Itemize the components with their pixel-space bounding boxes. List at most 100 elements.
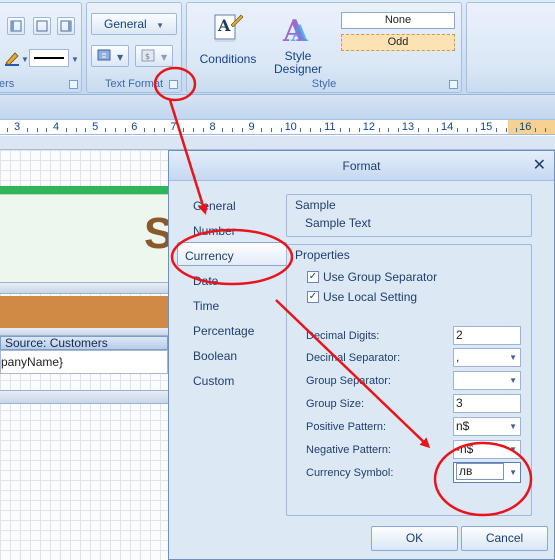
currency-symbol-combobox[interactable]: лв ▼	[453, 462, 521, 483]
group-size-label: Group Size:	[306, 398, 365, 410]
nav-item-time[interactable]: Time	[193, 299, 219, 313]
align-icon	[60, 20, 72, 32]
dialog-launcher-icon[interactable]	[169, 80, 178, 89]
line-style-dropdown[interactable]	[29, 49, 69, 67]
ruler-tick	[310, 128, 312, 132]
nav-item-currency[interactable]: Currency	[185, 249, 234, 263]
companyname-field[interactable]: panyName}	[0, 350, 168, 374]
use-local-setting-checkbox[interactable]: ✓	[307, 291, 319, 303]
group-size-input[interactable]: 3	[453, 394, 521, 413]
band-header-green[interactable]	[0, 186, 168, 194]
nav-item-date[interactable]: Date	[193, 274, 218, 288]
chevron-down-icon[interactable]: ▼	[21, 55, 29, 64]
currency-symbol-value[interactable]: лв	[456, 463, 504, 480]
band-header-orange[interactable]	[0, 296, 168, 328]
nav-item-general[interactable]: General	[193, 199, 236, 213]
ruler-tick	[280, 128, 282, 132]
ruler-tick	[339, 128, 341, 132]
ruler-tick	[36, 128, 38, 132]
negative-pattern-dropdown[interactable]: -n$ ▼	[453, 440, 521, 459]
ruler-tick	[300, 128, 302, 132]
style-none[interactable]: None	[341, 12, 455, 29]
ruler-tick	[65, 128, 67, 132]
style-odd[interactable]: Odd	[341, 34, 455, 51]
text-format-dropdown[interactable]: General ▼	[91, 13, 177, 35]
decimal-separator-dropdown[interactable]: , ▼	[453, 348, 521, 367]
conditions-icon[interactable]: A	[209, 11, 245, 45]
nav-item-custom[interactable]: Custom	[193, 374, 234, 388]
use-group-separator-checkbox[interactable]: ✓	[307, 271, 319, 283]
svg-text:A: A	[217, 16, 231, 35]
text-format-value: General	[104, 17, 147, 31]
ruler-tick	[7, 128, 9, 132]
ruler-number: 11	[324, 121, 336, 133]
ruler-number: 4	[53, 121, 60, 133]
group-separator-dropdown[interactable]: ▼	[453, 371, 521, 390]
ruler-number: 9	[248, 121, 255, 133]
ruler-number: 5	[92, 121, 99, 133]
align-right-button[interactable]	[57, 17, 75, 35]
format-icon: $ ▼	[141, 49, 168, 62]
align-left-button[interactable]	[7, 17, 25, 35]
ruler-tick	[495, 128, 497, 132]
use-group-separator-label[interactable]: Use Group Separator	[323, 270, 437, 284]
dialog-titlebar: Format ✕	[169, 151, 554, 181]
chevron-down-icon: ▼	[509, 468, 517, 477]
svg-text:A: A	[290, 21, 309, 45]
align-center-button[interactable]	[33, 17, 51, 35]
datasource-band[interactable]: Source: Customers	[0, 336, 168, 350]
decimal-digits-input[interactable]: 2	[453, 326, 521, 345]
format-options-button[interactable]: $ ▼	[135, 45, 173, 67]
conditions-label[interactable]: Conditions	[193, 53, 263, 66]
band-separator[interactable]	[0, 390, 168, 404]
ruler-tick	[417, 128, 419, 132]
ruler-tick	[114, 128, 116, 132]
positive-pattern-label: Positive Pattern:	[306, 421, 387, 433]
close-icon[interactable]: ✕	[533, 155, 546, 175]
ok-button[interactable]: OK	[371, 526, 458, 551]
chevron-down-icon: ▼	[509, 376, 517, 385]
use-local-setting-label[interactable]: Use Local Setting	[323, 290, 417, 304]
pen-color-icon[interactable]	[3, 49, 21, 67]
group-separator-label: Group Separator:	[306, 375, 391, 387]
ruler-tick	[85, 128, 87, 132]
nav-item-number[interactable]: Number	[193, 224, 236, 238]
ruler-number: 7	[170, 121, 177, 133]
band-separator[interactable]	[0, 328, 168, 336]
ruler-tick	[163, 128, 165, 132]
dialog-launcher-icon[interactable]	[449, 80, 458, 89]
nav-item-boolean[interactable]: Boolean	[193, 349, 237, 363]
positive-pattern-dropdown[interactable]: n$ ▼	[453, 417, 521, 436]
cancel-button[interactable]: Cancel	[461, 526, 548, 551]
ruler-tick	[378, 128, 380, 132]
ruler-tick	[544, 128, 546, 132]
ruler-number: 15	[480, 121, 493, 133]
currency-symbol-label: Currency Symbol:	[306, 467, 394, 479]
band-title[interactable]: S	[0, 194, 173, 282]
style-designer-label[interactable]: Style Designer	[265, 50, 331, 76]
svg-text:$: $	[145, 52, 150, 61]
style-designer-icon[interactable]: AA	[277, 11, 317, 49]
ruler-tick	[349, 128, 351, 132]
band-separator[interactable]	[0, 282, 168, 294]
chevron-down-icon[interactable]: ▼	[71, 55, 79, 64]
chevron-down-icon: ▼	[509, 445, 517, 454]
ruler-tick	[271, 128, 273, 132]
ruler-number: 8	[209, 121, 216, 133]
ruler-tick	[153, 128, 155, 132]
format-painter-button[interactable]: ▼	[91, 45, 129, 67]
ruler-number: 14	[440, 121, 454, 133]
ruler-tick	[104, 128, 106, 132]
ruler-tick	[261, 128, 263, 132]
align-icon	[10, 20, 22, 32]
toolstrip	[0, 95, 555, 120]
ruler-tick	[505, 128, 507, 132]
ruler-tick	[26, 128, 28, 132]
nav-item-percentage[interactable]: Percentage	[193, 324, 254, 338]
dialog-launcher-icon[interactable]	[69, 80, 78, 89]
ruler-tick	[144, 128, 146, 132]
report-design-surface[interactable]: S Source: Customers panyName}	[0, 150, 173, 560]
ruler-tick	[398, 128, 400, 132]
ruler-tick	[359, 128, 361, 132]
ruler-tick	[232, 128, 234, 132]
